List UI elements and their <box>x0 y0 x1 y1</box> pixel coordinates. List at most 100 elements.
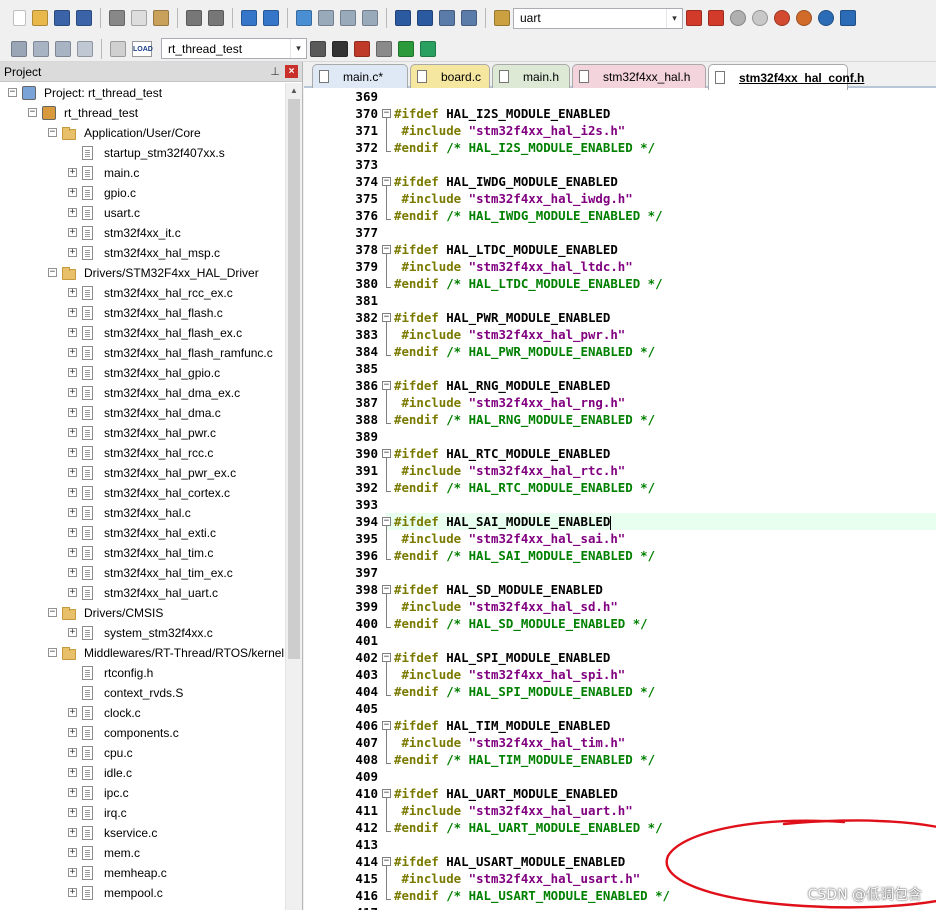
find-icon[interactable] <box>686 10 702 26</box>
select-packs-icon[interactable] <box>420 40 436 57</box>
expand-icon[interactable]: + <box>68 708 77 717</box>
expand-icon[interactable]: + <box>68 248 77 257</box>
undo-icon[interactable] <box>186 10 202 26</box>
redo-icon[interactable] <box>208 10 224 26</box>
tree-file-item[interactable]: + stm32f4xx_hal_pwr_ex.c <box>0 463 286 483</box>
expand-icon[interactable]: + <box>68 208 77 217</box>
fold-collapse-icon[interactable]: − <box>382 313 391 322</box>
tree-file-item[interactable]: + stm32f4xx_hal_rcc_ex.c <box>0 283 286 303</box>
incremental-find-icon[interactable] <box>708 10 724 26</box>
tree-file-item[interactable]: + gpio.c <box>0 183 286 203</box>
fold-collapse-icon[interactable]: − <box>382 381 391 390</box>
manage-components-icon[interactable] <box>354 40 370 57</box>
expand-icon[interactable]: + <box>68 748 77 757</box>
find-in-files-icon[interactable] <box>494 10 510 26</box>
tree-file-item[interactable]: + idle.c <box>0 763 286 783</box>
tree-file-item[interactable]: context_rvds.S <box>0 683 286 703</box>
unindent-icon[interactable] <box>417 10 433 26</box>
expand-icon[interactable]: + <box>68 588 77 597</box>
target-select[interactable]: rt_thread_test ▾ <box>161 38 307 59</box>
indent-icon[interactable] <box>395 10 411 26</box>
window-layout-icon[interactable] <box>840 10 856 26</box>
tree-file-item[interactable]: + stm32f4xx_hal_gpio.c <box>0 363 286 383</box>
tree-file-item[interactable]: + stm32f4xx_hal_tim_ex.c <box>0 563 286 583</box>
tree-file-item[interactable]: + stm32f4xx_hal_dma_ex.c <box>0 383 286 403</box>
expand-icon[interactable]: + <box>68 548 77 557</box>
tree-file-item[interactable]: rtconfig.h <box>0 663 286 683</box>
tab-stm32f4xx-hal-h[interactable]: stm32f4xx_hal.h <box>572 64 706 88</box>
fold-collapse-icon[interactable]: − <box>382 653 391 662</box>
stop-build-icon[interactable] <box>110 40 126 57</box>
tab-board-c[interactable]: board.c <box>410 64 490 88</box>
prev-bookmark-icon[interactable] <box>318 10 334 26</box>
tree-file-item[interactable]: + stm32f4xx_hal_uart.c <box>0 583 286 603</box>
pin-icon[interactable]: ⊥ <box>270 65 280 78</box>
file-extensions-icon[interactable] <box>376 40 392 57</box>
tree-file-item[interactable]: + mem.c <box>0 843 286 863</box>
tree-group-item[interactable]: − Middlewares/RT-Thread/RTOS/kernel <box>0 643 286 663</box>
tree-file-item[interactable]: startup_stm32f407xx.s <box>0 143 286 163</box>
tree-target-item[interactable]: − rt_thread_test <box>0 103 286 123</box>
tree-file-item[interactable]: + stm32f4xx_hal_flash_ex.c <box>0 323 286 343</box>
save-all-icon[interactable] <box>76 10 92 26</box>
tree-file-item[interactable]: + stm32f4xx_it.c <box>0 223 286 243</box>
tree-file-item[interactable]: + stm32f4xx_hal_flash.c <box>0 303 286 323</box>
fold-collapse-icon[interactable]: − <box>382 245 391 254</box>
tree-file-item[interactable]: + usart.c <box>0 203 286 223</box>
expand-icon[interactable]: + <box>68 728 77 737</box>
breakpoint-all-icon[interactable] <box>818 10 834 26</box>
expand-icon[interactable]: + <box>68 788 77 797</box>
fold-collapse-icon[interactable]: − <box>382 517 391 526</box>
tree-file-item[interactable]: + stm32f4xx_hal_rcc.c <box>0 443 286 463</box>
fold-collapse-icon[interactable]: − <box>382 177 391 186</box>
fold-collapse-icon[interactable]: − <box>382 449 391 458</box>
save-icon[interactable] <box>54 10 70 26</box>
tree-file-item[interactable]: + system_stm32f4xx.c <box>0 623 286 643</box>
scroll-up-arrow-icon[interactable]: ▲ <box>286 83 302 99</box>
expand-icon[interactable]: + <box>68 228 77 237</box>
tree-file-item[interactable]: + main.c <box>0 163 286 183</box>
next-bookmark-icon[interactable] <box>340 10 356 26</box>
nav-back-icon[interactable] <box>241 10 257 26</box>
debug-start-icon[interactable] <box>730 10 746 26</box>
tab-main-c[interactable]: main.c* <box>312 64 408 88</box>
tree-group-item[interactable]: − Drivers/STM32F4xx_HAL_Driver <box>0 263 286 283</box>
tree-file-item[interactable]: + memheap.c <box>0 863 286 883</box>
tree-file-item[interactable]: + mempool.c <box>0 883 286 903</box>
download-icon[interactable] <box>310 40 326 57</box>
expand-icon[interactable]: + <box>68 508 77 517</box>
tree-file-item[interactable]: + ipc.c <box>0 783 286 803</box>
fold-collapse-icon[interactable]: − <box>382 109 391 118</box>
expand-icon[interactable]: + <box>68 328 77 337</box>
chevron-down-icon[interactable]: ▾ <box>290 39 306 58</box>
new-file-icon[interactable] <box>13 10 26 26</box>
collapse-icon[interactable]: − <box>8 88 17 97</box>
project-tree-scrollbar[interactable]: ▲ <box>285 83 302 910</box>
cut-icon[interactable] <box>109 10 125 26</box>
target-options-icon[interactable] <box>332 40 348 57</box>
copy-icon[interactable] <box>131 10 147 26</box>
nav-forward-icon[interactable] <box>263 10 279 26</box>
expand-icon[interactable]: + <box>68 368 77 377</box>
expand-icon[interactable]: + <box>68 768 77 777</box>
expand-icon[interactable]: + <box>68 868 77 877</box>
tree-group-item[interactable]: − Drivers/CMSIS <box>0 603 286 623</box>
tree-file-item[interactable]: + stm32f4xx_hal_pwr.c <box>0 423 286 443</box>
expand-icon[interactable]: + <box>68 628 77 637</box>
expand-icon[interactable]: + <box>68 568 77 577</box>
uncomment-icon[interactable] <box>461 10 477 26</box>
tree-file-item[interactable]: + stm32f4xx_hal_msp.c <box>0 243 286 263</box>
expand-icon[interactable]: + <box>68 188 77 197</box>
tree-file-item[interactable]: + stm32f4xx_hal_exti.c <box>0 523 286 543</box>
expand-icon[interactable]: + <box>68 888 77 897</box>
chevron-down-icon[interactable]: ▾ <box>666 8 682 28</box>
collapse-icon[interactable]: − <box>28 108 37 117</box>
build-icon[interactable] <box>33 40 49 57</box>
expand-icon[interactable]: + <box>68 448 77 457</box>
bookmark-icon[interactable] <box>296 10 312 26</box>
batch-build-icon[interactable] <box>77 40 93 57</box>
tree-file-item[interactable]: + stm32f4xx_hal.c <box>0 503 286 523</box>
tree-group-item[interactable]: − Application/User/Core <box>0 123 286 143</box>
fold-collapse-icon[interactable]: − <box>382 789 391 798</box>
collapse-icon[interactable]: − <box>48 128 57 137</box>
